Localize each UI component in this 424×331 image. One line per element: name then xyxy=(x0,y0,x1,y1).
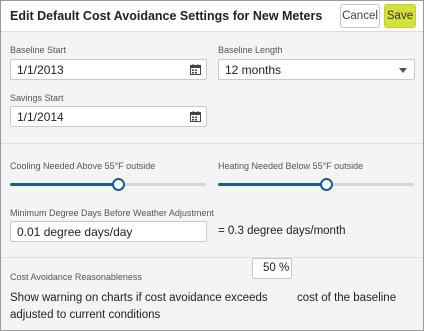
dialog-header: Edit Default Cost Avoidance Settings for… xyxy=(1,1,423,32)
percent-input[interactable]: 50 % xyxy=(252,258,292,279)
baseline-length-label: Baseline Length xyxy=(218,45,283,55)
baseline-start-value: 1/1/2013 xyxy=(17,63,64,77)
section-divider xyxy=(1,257,423,258)
section-divider xyxy=(1,143,423,144)
min-degree-days-value: 0.01 degree days/day xyxy=(17,225,133,239)
slider-thumb[interactable] xyxy=(320,178,333,191)
cost-avoidance-dialog: Edit Default Cost Avoidance Settings for… xyxy=(0,0,424,331)
slider-fill xyxy=(10,183,118,186)
percent-value: 50 % xyxy=(263,262,290,274)
degree-days-per-month: = 0.3 degree days/month xyxy=(218,225,346,237)
baseline-length-value: 12 months xyxy=(225,63,282,77)
min-degree-days-label: Minimum Degree Days Before Weather Adjus… xyxy=(10,208,214,218)
warning-text-after: cost of the baseline xyxy=(297,292,397,304)
calendar-icon[interactable] xyxy=(190,64,201,75)
slider-fill xyxy=(218,183,326,186)
calendar-icon[interactable] xyxy=(190,111,201,122)
cooling-label: Cooling Needed Above 55°F outside xyxy=(10,161,156,171)
warning-text-before: Show warning on charts if cost avoidance… xyxy=(10,292,268,304)
heating-label: Heating Needed Below 55°F outside xyxy=(218,161,364,171)
warning-text-line2: adjusted to current conditions xyxy=(10,309,161,321)
baseline-start-field[interactable]: 1/1/2013 xyxy=(10,59,207,80)
savings-start-field[interactable]: 1/1/2014 xyxy=(10,106,207,127)
savings-start-value: 1/1/2014 xyxy=(17,110,64,124)
cancel-button[interactable]: Cancel xyxy=(340,4,380,28)
baseline-length-select[interactable]: 12 months xyxy=(218,59,415,80)
heating-slider[interactable] xyxy=(218,178,414,191)
dialog-title: Edit Default Cost Avoidance Settings for… xyxy=(10,9,323,23)
savings-start-label: Savings Start xyxy=(10,93,64,103)
reasonableness-label: Cost Avoidance Reasonableness xyxy=(10,272,142,282)
slider-thumb[interactable] xyxy=(112,178,125,191)
chevron-down-icon xyxy=(399,68,407,73)
cooling-slider[interactable] xyxy=(10,178,206,191)
save-button[interactable]: Save xyxy=(384,4,416,28)
baseline-start-label: Baseline Start xyxy=(10,45,67,55)
min-degree-days-input[interactable]: 0.01 degree days/day xyxy=(10,221,207,242)
dialog-body: Baseline Start 1/1/2013 Baseline Length … xyxy=(1,32,423,330)
